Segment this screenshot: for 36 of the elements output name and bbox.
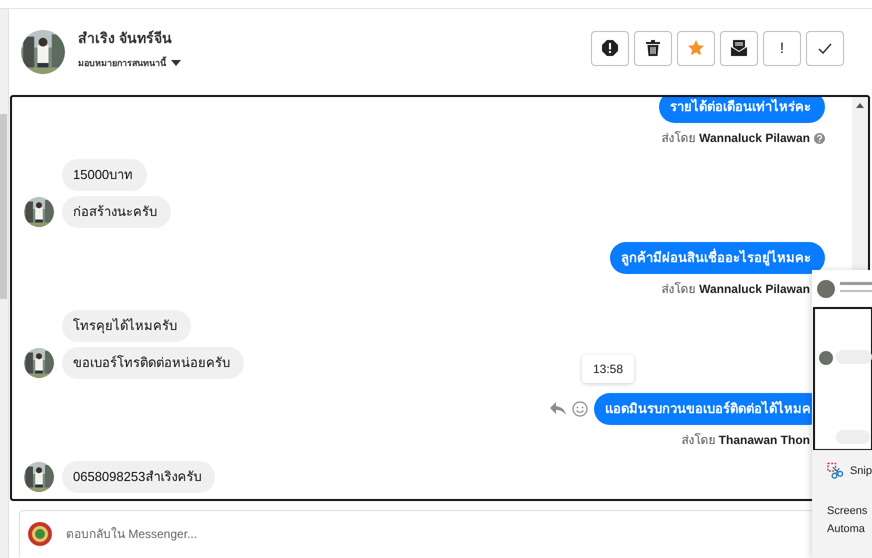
delete-button[interactable] (634, 30, 672, 66)
message-bubble: ก่อสร้างนะครับ (62, 196, 171, 228)
snip-notification[interactable]: Snip Screens Automa (812, 270, 872, 558)
help-icon[interactable] (814, 132, 825, 144)
mark-important-button[interactable]: ! (763, 30, 801, 66)
scissors-icon (827, 462, 844, 480)
scroll-up-icon[interactable] (856, 103, 864, 108)
timestamp-tooltip: 13:58 (582, 355, 634, 383)
star-icon (688, 40, 704, 56)
assign-dropdown[interactable]: มอบหมายการสนทนานี้ (78, 56, 181, 70)
spam-button[interactable] (591, 30, 629, 66)
notification-text: Screens (827, 504, 868, 519)
app-name: Snip (850, 465, 872, 477)
page-logo-icon (28, 522, 52, 546)
star-button[interactable] (677, 30, 715, 66)
contact-name: สำเริง จันทร์จีน (78, 28, 173, 48)
message-bubble: 15000บาท (62, 159, 148, 191)
message-bubble: ลูกค้ามีผ่อนสินเชื่ออะไรอยู่ไหมคะ (610, 242, 825, 274)
scrollbar-thumb[interactable] (0, 114, 7, 299)
checkmark-icon (818, 42, 832, 54)
sender-label: ส่งโดย Wannaluck Pilawan (662, 282, 810, 296)
reply-icon[interactable] (550, 402, 566, 416)
smiley-icon[interactable] (572, 401, 588, 417)
octagon-alert-icon (602, 40, 618, 56)
envelope-icon (731, 40, 747, 56)
message-bubble: 0658098253สำเริงครับ (62, 461, 216, 493)
message-bubble: ขอเบอร์โทรติดต่อหน่อยครับ (62, 347, 244, 379)
done-button[interactable] (806, 30, 844, 66)
notification-text: Automa (827, 522, 866, 537)
caret-icon (171, 60, 181, 66)
message-bubble: โทรคุยได้ไหมครับ (62, 310, 191, 342)
mark-unread-button[interactable] (720, 30, 758, 66)
sender-label: ส่งโดย Wannaluck Pilawan (662, 131, 810, 145)
sender-label: ส่งโดย Thanawan Thon (681, 433, 810, 447)
message-bubble: รายได้ต่อเดือนเท่าไหร่คะ (659, 97, 825, 123)
trash-icon (646, 40, 660, 56)
